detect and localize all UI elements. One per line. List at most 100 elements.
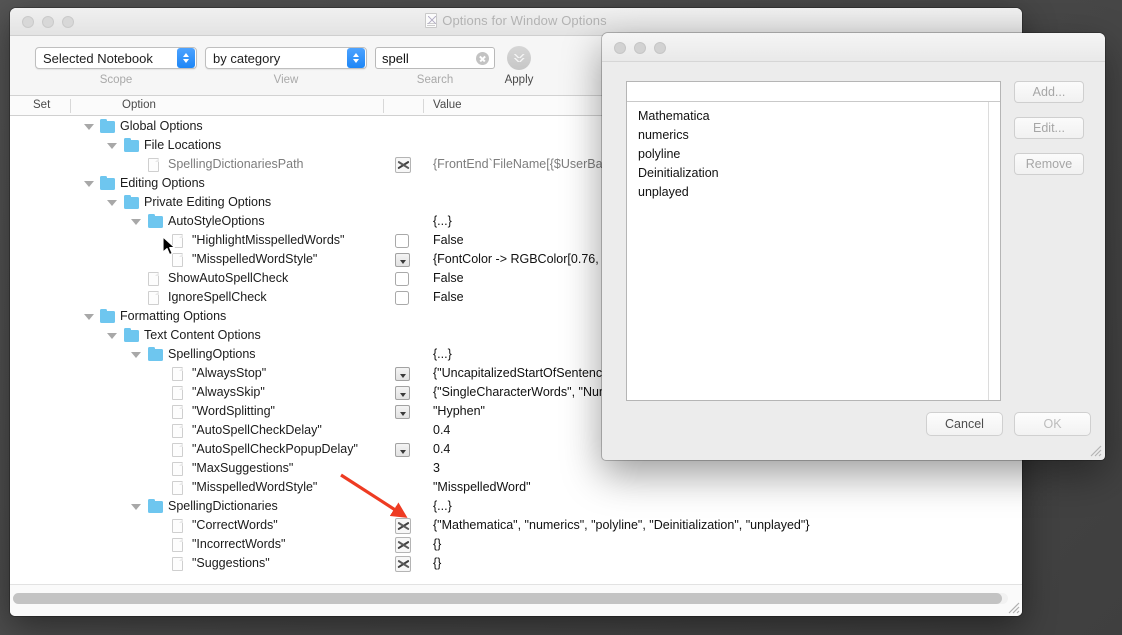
- option-name: "AlwaysSkip": [192, 385, 265, 399]
- search-caption: Search: [416, 74, 454, 86]
- tree-row[interactable]: SpellingDictionaries {...}: [10, 497, 1022, 516]
- disclosure-triangle-icon[interactable]: [84, 124, 94, 130]
- document-icon: [172, 538, 183, 552]
- column-divider[interactable]: [70, 99, 71, 113]
- dialog-zoom-button[interactable]: [654, 42, 666, 54]
- cancel-button[interactable]: Cancel: [926, 412, 1003, 436]
- view-caption: View: [273, 74, 299, 86]
- word-list-item[interactable]: Mathematica: [638, 107, 1000, 126]
- set-tool-button[interactable]: [395, 556, 411, 572]
- scrollbar-thumb[interactable]: [13, 593, 1002, 604]
- tree-row[interactable]: "CorrectWords" {"Mathematica", "numerics"…: [10, 516, 1022, 535]
- disclosure-triangle-icon[interactable]: [131, 504, 141, 510]
- set-popup-button[interactable]: [395, 405, 410, 419]
- folder-icon: [100, 118, 115, 133]
- disclosure-triangle-icon[interactable]: [131, 219, 141, 225]
- option-name: "AlwaysStop": [192, 366, 267, 380]
- set-popup-button[interactable]: [395, 443, 410, 457]
- option-name: Text Content Options: [144, 328, 261, 342]
- disclosure-triangle-icon[interactable]: [107, 200, 117, 206]
- option-name: "WordSplitting": [192, 404, 275, 418]
- option-name: AutoStyleOptions: [168, 214, 265, 228]
- document-icon: [172, 405, 183, 419]
- scope-dropdown-value: Selected Notebook: [43, 50, 153, 66]
- option-name: ShowAutoSpellCheck: [168, 271, 289, 285]
- option-value: False: [433, 271, 464, 285]
- set-checkbox[interactable]: [395, 234, 409, 248]
- word-list-items[interactable]: Mathematica numerics polyline Deinitializat…: [627, 102, 1000, 202]
- dialog-resize-grip-icon[interactable]: [1089, 444, 1102, 457]
- apply-button[interactable]: [507, 46, 531, 70]
- disclosure-triangle-icon[interactable]: [131, 352, 141, 358]
- folder-icon: [148, 346, 163, 361]
- document-icon: [148, 158, 159, 172]
- edit-button[interactable]: Edit...: [1014, 117, 1084, 139]
- set-popup-button[interactable]: [395, 367, 410, 381]
- horizontal-scrollbar[interactable]: [10, 584, 1022, 616]
- word-list-item[interactable]: numerics: [638, 126, 1000, 145]
- document-icon: [172, 557, 183, 571]
- tree-row[interactable]: "MisspelledWordStyle" "MisspelledWord": [10, 478, 1022, 497]
- option-value: {...}: [433, 347, 452, 361]
- chevron-updown-icon[interactable]: [347, 48, 365, 68]
- disclosure-triangle-icon[interactable]: [107, 143, 117, 149]
- option-value: False: [433, 233, 464, 247]
- column-header-set[interactable]: Set: [33, 99, 50, 111]
- word-list-item[interactable]: Deinitialization: [638, 164, 1000, 183]
- dialog-titlebar[interactable]: [602, 33, 1105, 62]
- document-icon: [148, 272, 159, 286]
- window-titlebar[interactable]: Options for Window Options: [10, 8, 1022, 36]
- set-popup-button[interactable]: [395, 253, 410, 267]
- tree-row[interactable]: "MaxSuggestions" 3: [10, 459, 1022, 478]
- option-value: {...}: [433, 214, 452, 228]
- option-value: "MisspelledWord": [433, 480, 531, 494]
- tree-row[interactable]: "IncorrectWords" {}: [10, 535, 1022, 554]
- resize-grip-icon[interactable]: [1006, 600, 1020, 614]
- option-name: Global Options: [120, 119, 203, 133]
- set-tool-button[interactable]: [395, 157, 411, 173]
- document-icon: [172, 367, 183, 381]
- document-icon: [172, 462, 183, 476]
- option-name: Private Editing Options: [144, 195, 272, 209]
- word-list-dialog: Mathematica numerics polyline Deinitializat…: [602, 33, 1105, 460]
- word-list-scrollbar[interactable]: [988, 102, 1000, 400]
- set-checkbox[interactable]: [395, 272, 409, 286]
- column-header-option[interactable]: Option: [122, 99, 156, 111]
- scope-dropdown[interactable]: Selected Notebook: [35, 47, 197, 69]
- set-tool-button[interactable]: [395, 518, 411, 534]
- column-divider[interactable]: [383, 99, 384, 113]
- folder-icon: [124, 137, 139, 152]
- double-chevron-up-icon: [513, 53, 525, 64]
- column-divider[interactable]: [423, 99, 424, 113]
- dialog-minimize-button[interactable]: [634, 42, 646, 54]
- dialog-close-button[interactable]: [614, 42, 626, 54]
- add-button[interactable]: Add...: [1014, 81, 1084, 103]
- option-name: "Suggestions": [192, 556, 270, 570]
- option-name: "IncorrectWords": [192, 537, 286, 551]
- folder-icon: [124, 327, 139, 342]
- option-value: {"Mathematica", "numerics", "polyline", …: [433, 518, 810, 532]
- chevron-updown-icon[interactable]: [177, 48, 195, 68]
- disclosure-triangle-icon[interactable]: [84, 314, 94, 320]
- ok-button[interactable]: OK: [1014, 412, 1091, 436]
- view-dropdown[interactable]: by category: [205, 47, 367, 69]
- tree-row[interactable]: "Suggestions" {}: [10, 554, 1022, 573]
- word-list-item[interactable]: unplayed: [638, 183, 1000, 202]
- column-header-value[interactable]: Value: [433, 99, 462, 111]
- option-value: 0.4: [433, 423, 451, 437]
- option-value: {...}: [433, 499, 452, 513]
- set-checkbox[interactable]: [395, 291, 409, 305]
- document-icon: [172, 443, 183, 457]
- clear-circle-icon[interactable]: [476, 51, 489, 65]
- window-title-text: Options for Window Options: [442, 13, 607, 28]
- word-list-box[interactable]: Mathematica numerics polyline Deinitializat…: [626, 81, 1001, 401]
- search-input[interactable]: spell: [375, 47, 495, 69]
- view-dropdown-value: by category: [213, 50, 281, 66]
- remove-button[interactable]: Remove: [1014, 153, 1084, 175]
- set-tool-button[interactable]: [395, 537, 411, 553]
- disclosure-triangle-icon[interactable]: [84, 181, 94, 187]
- set-popup-button[interactable]: [395, 386, 410, 400]
- disclosure-triangle-icon[interactable]: [107, 333, 117, 339]
- search-input-value: spell: [382, 50, 409, 66]
- word-list-item[interactable]: polyline: [638, 145, 1000, 164]
